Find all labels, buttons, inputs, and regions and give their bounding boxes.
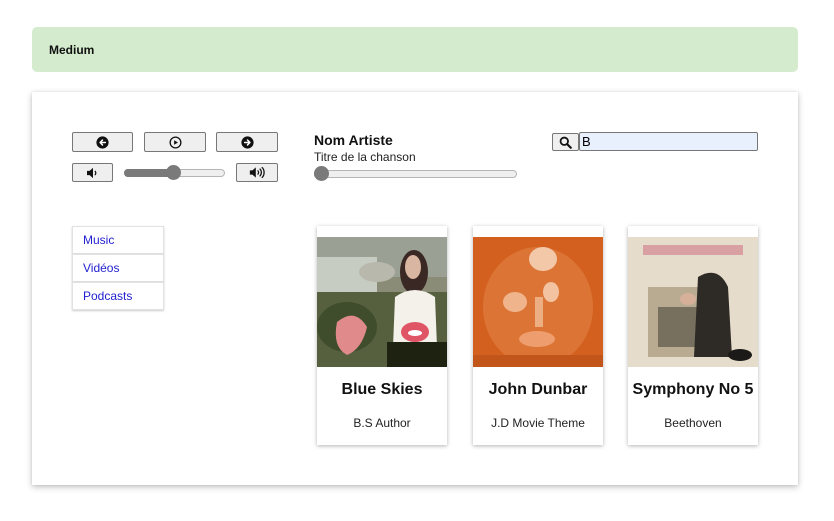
volume-down-button[interactable] bbox=[72, 163, 113, 182]
next-button[interactable] bbox=[216, 132, 278, 152]
nav-item-podcasts[interactable]: Podcasts bbox=[72, 282, 164, 310]
album-cover bbox=[473, 237, 603, 367]
album-title: Blue Skies bbox=[341, 381, 423, 398]
album-cover bbox=[317, 237, 447, 367]
volume-slider[interactable] bbox=[124, 165, 225, 180]
arrow-right-circle-icon bbox=[240, 135, 254, 149]
previous-button[interactable] bbox=[72, 132, 133, 152]
player-panel: Nom Artiste Titre de la chanson Music Vi… bbox=[32, 92, 798, 485]
album-cover bbox=[628, 237, 758, 367]
nav-item-label: Vidéos bbox=[83, 261, 120, 275]
song-title: Titre de la chanson bbox=[314, 150, 416, 164]
banner-label: Medium bbox=[49, 42, 95, 57]
progress-slider[interactable] bbox=[314, 166, 517, 181]
album-card[interactable]: Blue Skies B.S Author bbox=[317, 226, 447, 445]
album-card[interactable]: John Dunbar J.D Movie Theme bbox=[473, 226, 603, 445]
progress-slider-thumb[interactable] bbox=[314, 166, 329, 181]
album-title: John Dunbar bbox=[488, 381, 588, 398]
search-button[interactable] bbox=[552, 133, 579, 151]
play-circle-icon bbox=[168, 135, 182, 149]
album-artist: J.D Movie Theme bbox=[491, 416, 585, 430]
search-input[interactable] bbox=[579, 132, 758, 151]
nav-item-videos[interactable]: Vidéos bbox=[72, 254, 164, 282]
difficulty-banner: Medium bbox=[32, 27, 798, 72]
volume-up-button[interactable] bbox=[236, 163, 278, 182]
volume-slider-thumb[interactable] bbox=[166, 165, 181, 180]
nav-item-label: Music bbox=[83, 233, 115, 247]
volume-high-icon bbox=[249, 166, 265, 179]
search-icon bbox=[559, 136, 572, 149]
album-title: Symphony No 5 bbox=[632, 381, 754, 398]
volume-low-icon bbox=[86, 167, 96, 178]
nav-item-music[interactable]: Music bbox=[72, 226, 164, 254]
arrow-left-circle-icon bbox=[96, 135, 109, 149]
nav-item-label: Podcasts bbox=[83, 289, 133, 303]
artist-name: Nom Artiste bbox=[314, 132, 393, 148]
play-button[interactable] bbox=[144, 132, 206, 152]
album-artist: Beethoven bbox=[664, 416, 722, 430]
category-nav: Music Vidéos Podcasts bbox=[72, 226, 164, 310]
album-artist: B.S Author bbox=[353, 416, 411, 430]
album-card[interactable]: Symphony No 5 Beethoven bbox=[628, 226, 758, 445]
